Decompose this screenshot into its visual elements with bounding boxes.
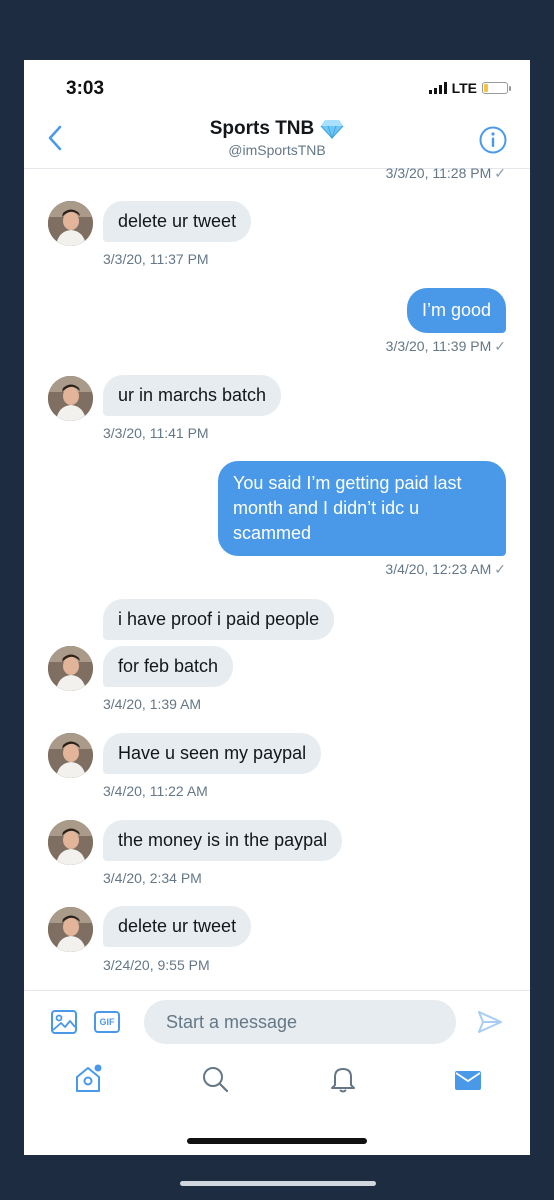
- diamond-icon: [320, 120, 344, 139]
- message-input[interactable]: [144, 1000, 456, 1044]
- signal-icon: [428, 82, 447, 94]
- send-icon[interactable]: [476, 1009, 504, 1035]
- avatar[interactable]: [48, 820, 93, 865]
- status-indicators: LTE: [428, 80, 511, 96]
- home-indicator: [187, 1138, 367, 1144]
- battery-icon: [482, 82, 511, 94]
- message-timestamp: 3/4/20, 12:23 AM ✓: [385, 561, 506, 577]
- info-icon[interactable]: [478, 125, 508, 155]
- network-label: LTE: [451, 80, 477, 96]
- message-bubble-incoming[interactable]: delete ur tweet: [103, 906, 252, 947]
- message-timestamp: 3/3/20, 11:37 PM: [103, 251, 209, 267]
- message-bubble-incoming[interactable]: Have u seen my paypal: [103, 733, 322, 774]
- message-bubble-outgoing[interactable]: You said I’m getting paid last month and…: [218, 461, 506, 556]
- message-bubble-incoming[interactable]: the money is in the paypal: [103, 820, 343, 861]
- message-timestamp: 3/3/20, 11:39 PM ✓: [385, 338, 506, 354]
- image-icon[interactable]: [50, 1009, 78, 1035]
- phone-screen: 3:03 LTE Sports TNB @imSportsTNB 3/3/20,…: [24, 60, 530, 1155]
- avatar[interactable]: [48, 733, 93, 778]
- home-icon[interactable]: [73, 1063, 103, 1095]
- bottom-bar: [180, 1181, 376, 1186]
- message-bubble-incoming[interactable]: delete ur tweet: [103, 201, 252, 242]
- message-timestamp: 3/3/20, 11:28 PM ✓: [385, 165, 506, 181]
- message-bubble-outgoing[interactable]: I’m good: [406, 288, 506, 333]
- mail-icon[interactable]: [453, 1063, 483, 1095]
- message-timestamp: 3/4/20, 11:22 AM: [103, 783, 208, 799]
- message-bubble-incoming[interactable]: for feb batch: [103, 646, 234, 687]
- message-timestamp: 3/4/20, 2:34 PM: [103, 870, 202, 886]
- message-composer: GIF: [24, 990, 530, 1051]
- conversation-handle: @imSportsTNB: [228, 142, 326, 158]
- message-timestamp: 3/4/20, 1:39 AM: [103, 696, 202, 712]
- message-timestamp: 3/3/20, 11:41 PM: [103, 425, 209, 441]
- message-bubble-incoming[interactable]: i have proof i paid people: [103, 599, 335, 640]
- gif-icon[interactable]: GIF: [94, 1011, 120, 1033]
- bell-icon[interactable]: [328, 1063, 358, 1095]
- avatar[interactable]: [48, 907, 93, 952]
- conversation-title: Sports TNB: [210, 118, 345, 140]
- conversation-name: Sports TNB: [209, 118, 315, 139]
- message-bubble-incoming[interactable]: ur in marchs batch: [103, 375, 282, 416]
- search-icon[interactable]: [200, 1063, 230, 1095]
- message-timestamp: 3/24/20, 9:55 PM: [103, 957, 210, 973]
- status-time: 3:03: [66, 78, 105, 99]
- avatar[interactable]: [48, 646, 93, 691]
- avatar[interactable]: [48, 376, 93, 421]
- header-title-group[interactable]: Sports TNB @imSportsTNB: [24, 118, 530, 158]
- tab-bar: [24, 1055, 530, 1115]
- avatar[interactable]: [48, 201, 93, 246]
- message-thread[interactable]: 3/3/20, 11:28 PM ✓ delete ur tweet 3/3/20…: [24, 160, 530, 990]
